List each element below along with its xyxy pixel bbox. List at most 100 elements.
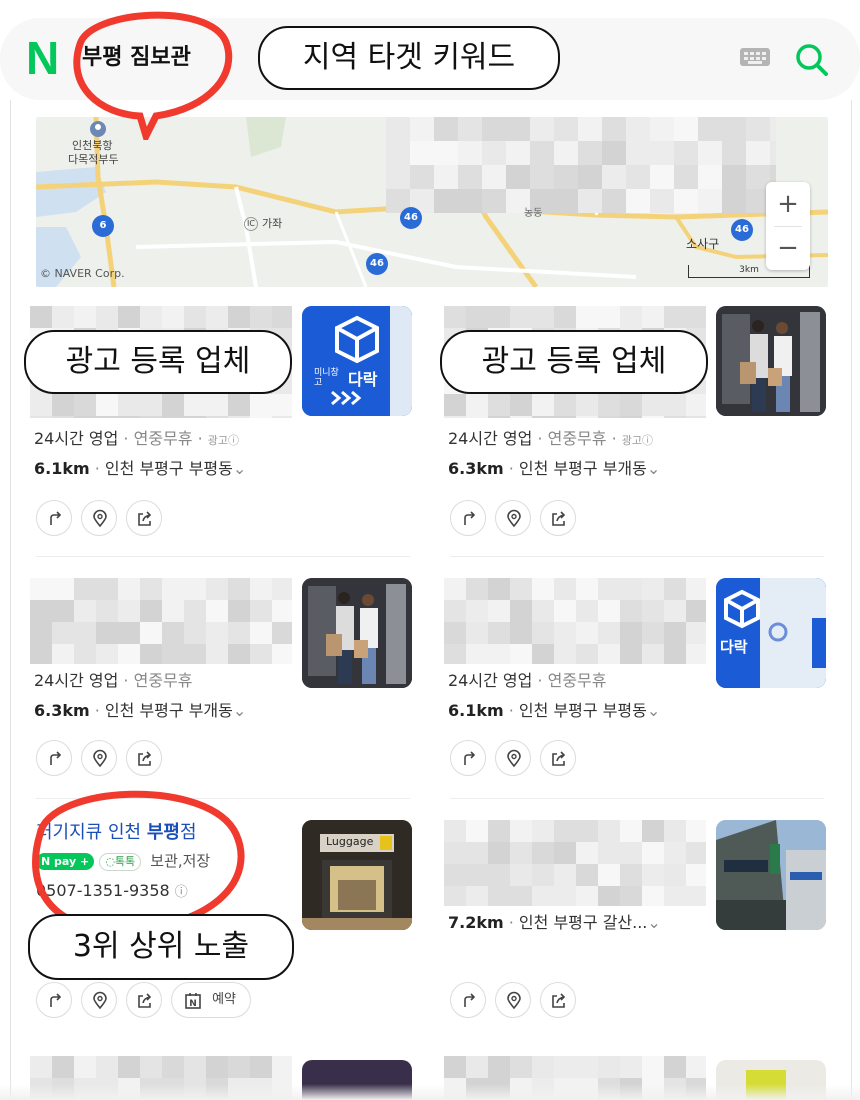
mosaic-cell [576,1056,598,1078]
ad-tag[interactable]: 광고ⓘ [622,434,653,447]
talk-text: 톡톡 [114,854,136,868]
mosaic-cell [250,600,272,622]
listing-hours: 24시간 영업 · 연중무휴 [448,671,607,690]
listing-title[interactable]: 러기지큐 인천 부평점 [36,820,197,846]
listing-card[interactable]: 다락 24시간 영업 · 연중무휴 6.1km · 인천 부평구 부평동⌄ [444,578,832,798]
mosaic-cell [602,141,626,165]
mosaic-cell [140,394,162,416]
map-view[interactable]: 6 46 46 46 인천북항 다목적부두 IC 가좌 농동 소사구 © NAV… [36,117,828,287]
talktalk-badge[interactable]: ◌톡톡 [99,852,142,871]
listing-card[interactable]: 24시간 영업 · 연중무휴 6.3km · 인천 부평구 부개동⌄ [30,578,418,798]
mosaic-cell [206,416,228,418]
chevron-down-icon[interactable]: ⌄ [647,701,660,720]
mosaic-cell [664,864,686,886]
mosaic-cell [686,886,706,906]
mosaic-cell [578,189,602,213]
mosaic-cell [74,578,96,600]
place-button[interactable] [495,500,531,536]
listing-thumbnail[interactable] [716,820,826,930]
search-icon[interactable] [792,40,832,80]
directions-button[interactable] [450,982,486,1018]
mosaic-cell [554,306,576,328]
share-button[interactable] [540,740,576,776]
listing-thumbnail[interactable]: Luggage [302,820,412,930]
listing-thumbnail[interactable] [302,578,412,688]
listing-thumbnail[interactable]: 다락 [716,578,826,688]
keyboard-icon[interactable] [740,48,770,66]
zoom-out-button[interactable]: − [766,226,810,270]
ad-tag[interactable]: 광고ⓘ [208,434,239,447]
mosaic-cell [642,644,664,664]
search-query[interactable]: 부평 짐보관 [82,42,191,74]
mosaic-cell [626,189,650,213]
mosaic-cell [228,416,250,418]
mosaic-cell [576,416,598,418]
divider [36,556,410,557]
map-label-sosagu: 소사구 [686,237,720,251]
mosaic-cell [228,622,250,644]
mosaic-cell [30,600,52,622]
mosaic-cell [650,189,674,213]
listing-location[interactable]: 6.1km · 인천 부평구 부평동⌄ [34,458,246,480]
route-shield: 46 [731,219,753,241]
listing-thumbnail[interactable]: 다락 미니창고 [302,306,412,416]
listing-hours: 24시간 영업 · 연중무휴 [34,671,193,690]
share-button[interactable] [126,740,162,776]
mosaic-cell [598,394,620,416]
mosaic-cell [554,189,578,213]
place-button[interactable] [81,982,117,1018]
mosaic-cell [96,622,118,644]
zoom-in-button[interactable]: + [766,182,810,226]
directions-button[interactable] [450,500,486,536]
npay-badge[interactable]: N pay + [36,853,95,870]
directions-button[interactable] [450,740,486,776]
chevron-down-icon[interactable]: ⌄ [647,913,660,932]
chevron-down-icon[interactable]: ⌄ [233,459,246,478]
listing-thumbnail[interactable] [716,306,826,416]
place-button[interactable] [495,982,531,1018]
listing-location[interactable]: 6.1km · 인천 부평구 부평동⌄ [448,700,660,722]
mosaic-cell [488,820,510,842]
title-prefix: 러기지큐 인천 [36,822,147,843]
share-button[interactable] [126,982,162,1018]
mosaic-cell [532,886,554,906]
chevron-down-icon[interactable]: ⌄ [647,459,660,478]
share-button[interactable] [540,982,576,1018]
mosaic-cell [488,622,510,644]
mosaic-cell [250,306,272,328]
naver-logo[interactable]: N [26,35,59,81]
mosaic-cell [206,600,228,622]
reserve-button[interactable]: N 예약 [171,982,251,1018]
mosaic-cell [554,600,576,622]
info-icon[interactable]: ⓘ [175,885,188,900]
mosaic-cell [52,622,74,644]
mosaic-cell [410,117,434,141]
share-button[interactable] [126,500,162,536]
listing-phone[interactable]: 0507-1351-9358 ⓘ [36,880,188,904]
mosaic-cell [664,600,686,622]
mosaic-cell [578,141,602,165]
mosaic-cell [506,165,530,189]
mosaic-cell [510,1056,532,1078]
holiday-text: 연중무휴 [133,671,193,690]
mosaic-cell [162,306,184,328]
pin-icon [93,509,107,528]
mosaic-cell [664,578,686,600]
mosaic-cell [118,600,140,622]
brand-cube-icon [716,578,826,688]
place-button[interactable] [81,500,117,536]
directions-button[interactable] [36,500,72,536]
chevron-down-icon[interactable]: ⌄ [233,701,246,720]
mosaic-cell [532,820,554,842]
directions-button[interactable] [36,740,72,776]
mosaic-cell [250,644,272,664]
place-button[interactable] [495,740,531,776]
listing-location[interactable]: 6.3km · 인천 부평구 부개동⌄ [448,458,660,480]
listing-card[interactable]: 7.2km · 인천 부평구 갈산...⌄ [444,820,832,1050]
share-button[interactable] [540,500,576,536]
directions-button[interactable] [36,982,72,1018]
listing-location[interactable]: 6.3km · 인천 부평구 부개동⌄ [34,700,246,722]
listing-location[interactable]: 7.2km · 인천 부평구 갈산...⌄ [448,912,661,934]
mosaic-cell [576,886,598,906]
place-button[interactable] [81,740,117,776]
